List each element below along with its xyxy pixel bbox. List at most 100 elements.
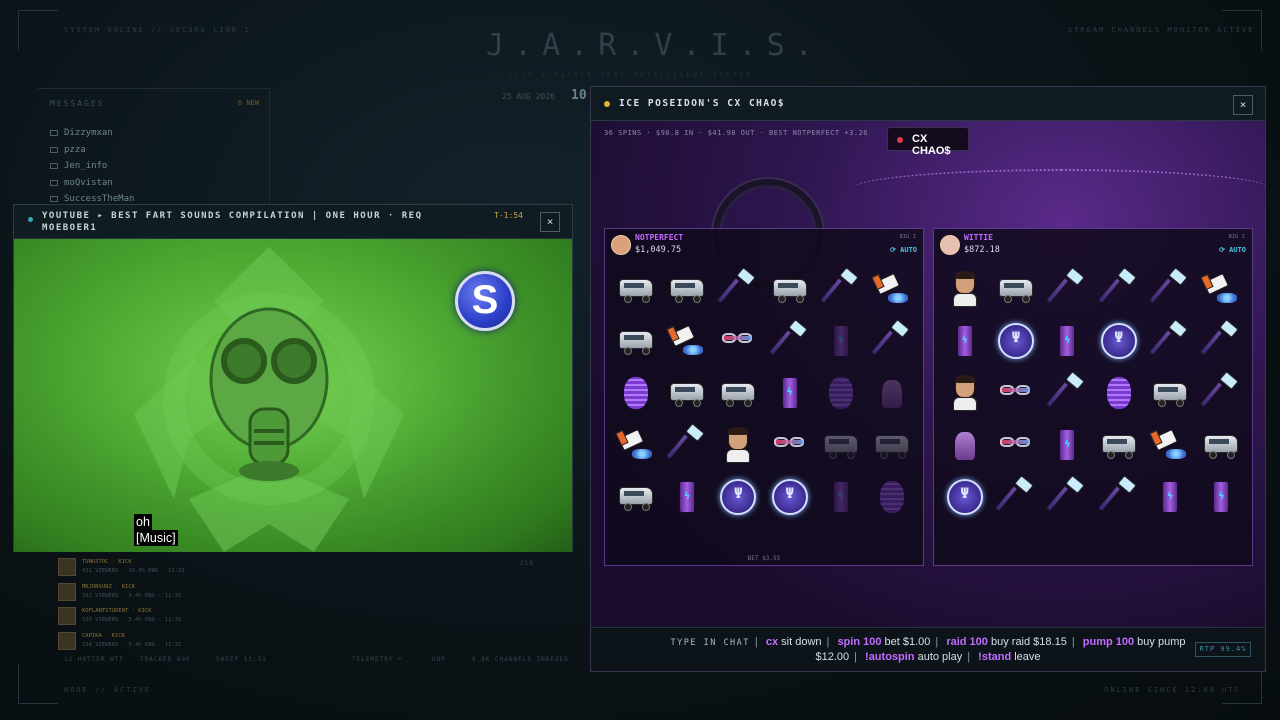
reel-cell: Ψ [990, 315, 1041, 367]
command-desc: buy pump [1137, 636, 1186, 648]
reel-cell [610, 263, 661, 315]
reel-cell [713, 367, 764, 419]
jarvis-title: J.A.R.V.I.S. [486, 28, 823, 63]
stream-row[interactable]: TUNGSTOC · KICK 431 VIEWERS · 10.0% ENG ·… [58, 555, 258, 580]
string-lights-illustration [851, 169, 1265, 209]
stream-row[interactable]: KOFLANTSTUDENT · KICK 130 VIEWERS · 5.4% … [58, 604, 258, 629]
command: !stand [978, 651, 1012, 663]
rv-icon [667, 269, 707, 309]
bottom-status-tracked: TRACKED 69K [140, 656, 191, 663]
trident-coin-icon: Ψ [996, 321, 1036, 361]
message-item[interactable]: Jen_info [50, 158, 134, 175]
message-item[interactable]: moQvistan [50, 175, 134, 192]
rv-icon [821, 425, 861, 465]
stream-thumbnail [58, 558, 76, 577]
live-dot-icon [897, 137, 903, 143]
rv-icon [616, 477, 656, 517]
slot-titlebar[interactable]: ICE POSEIDON'S CX CHAO$ × [591, 87, 1265, 121]
trident-coin-icon: Ψ [770, 477, 810, 517]
microphone-icon [768, 319, 810, 361]
hud-status-top-right: STREAM CHANNELS MONITOR ACTIVE [1068, 26, 1255, 34]
trident-coin-icon: Ψ [945, 477, 985, 517]
close-button[interactable]: × [540, 212, 560, 232]
command: raid 100 [946, 636, 988, 648]
brain-icon [821, 373, 861, 413]
player-balance: $872.18 [964, 245, 1000, 255]
youtube-titlebar[interactable]: YOUTUBE ▸ BEST FART SOUNDS COMPILATION |… [14, 205, 572, 239]
microphone-icon [1045, 371, 1087, 413]
reel-cell [990, 471, 1041, 523]
command-desc: leave [1014, 651, 1041, 663]
brain-icon [1099, 373, 1139, 413]
message-item[interactable]: pzza [50, 142, 134, 159]
stream-name: KOFLANTSTUDENT · KICK [82, 608, 152, 615]
bottom-status-udp: UDP [432, 656, 446, 663]
energy-can-icon: ϟ [770, 373, 810, 413]
envelope-icon [50, 130, 58, 137]
energy-can-icon: ϟ [821, 477, 861, 517]
reel-cell [867, 471, 918, 523]
reel-cell [867, 419, 918, 471]
energy-can-icon: ϟ [945, 321, 985, 361]
jarvis-time: 10 [571, 88, 587, 103]
message-sender: moQvistan [64, 177, 113, 188]
microphone-icon [1148, 319, 1190, 361]
reel-cell: Ψ [764, 471, 815, 523]
microphone-icon [1097, 267, 1139, 309]
jarvis-date: 25 AUG 2026 [502, 92, 555, 101]
rv-icon [1150, 373, 1190, 413]
brain-icon [872, 477, 912, 517]
rv-icon [616, 269, 656, 309]
cx-chaos-badge: CX CHAO$ [887, 127, 969, 157]
stream-list: TUNGSTOC · KICK 431 VIEWERS · 10.0% ENG ·… [58, 555, 258, 653]
chat-instructions: $12.00 | !autospin auto play | !stand leav… [815, 651, 1041, 663]
reel-grid: ϟϟϟΨΨϟ [610, 263, 918, 523]
hud-status-top-left: SYSTEM ONLINE // SECURE LINK 1 [64, 26, 251, 34]
message-sender: SuccessTheMan [64, 194, 135, 205]
reel-cell [713, 263, 764, 315]
rv-icon [996, 269, 1036, 309]
reel-cell [815, 263, 866, 315]
status-dot-icon [28, 217, 33, 222]
energy-can-icon: ϟ [1047, 425, 1087, 465]
microphone-icon [1199, 371, 1241, 413]
rv-icon [770, 269, 810, 309]
reel-cell [713, 419, 764, 471]
pill-bottle-icon [1200, 269, 1241, 309]
command: pump 100 [1082, 636, 1135, 648]
bottom-status-telemetry: TELEMETRY + [352, 656, 403, 663]
reel-cell [610, 471, 661, 523]
reel-cell [1196, 367, 1247, 419]
reel-cell [815, 367, 866, 419]
microphone-icon [1045, 475, 1087, 517]
rv-icon [667, 373, 707, 413]
auto-toggle[interactable]: ⟳ AUTO [890, 246, 917, 254]
microphone-icon [870, 319, 912, 361]
reel-cell [661, 367, 712, 419]
video-player[interactable]: S oh [Music] [14, 239, 572, 552]
brain-icon [616, 373, 656, 413]
envelope-icon [50, 163, 58, 170]
status-dot-icon [604, 101, 610, 107]
reel-cell: ϟ [661, 471, 712, 523]
pill-bottle-icon [871, 269, 912, 309]
microphone-icon [1097, 475, 1139, 517]
stream-meta: 431 VIEWERS · 10.0% ENG · 11:31 [82, 568, 185, 575]
close-button[interactable]: × [1233, 95, 1253, 115]
sunglasses-icon [770, 425, 810, 465]
reel-cell [990, 263, 1041, 315]
auto-toggle[interactable]: ⟳ AUTO [1219, 246, 1246, 254]
reel-cell [867, 315, 918, 367]
bottom-status-sweep: SWEEP 11:31 [216, 656, 267, 663]
message-item[interactable]: Dizzymxan [50, 125, 134, 142]
stream-row[interactable]: MRJONSUNZ · KICK 332 VIEWERS · 9.4% ENG ·… [58, 580, 258, 605]
avatar [611, 235, 631, 255]
character-icon [718, 425, 758, 465]
stream-row[interactable]: CAPIKA · KICK 124 VIEWERS · 5.4% ENG · 11… [58, 629, 258, 654]
hud-status-bottom-left: NODE // ACTIVE [64, 686, 152, 694]
youtube-timer: T-1:54 [494, 211, 523, 220]
reel-cell [1196, 315, 1247, 367]
microphone-icon [994, 475, 1036, 517]
reel-cell: Ψ [939, 471, 990, 523]
reel-cell [990, 367, 1041, 419]
